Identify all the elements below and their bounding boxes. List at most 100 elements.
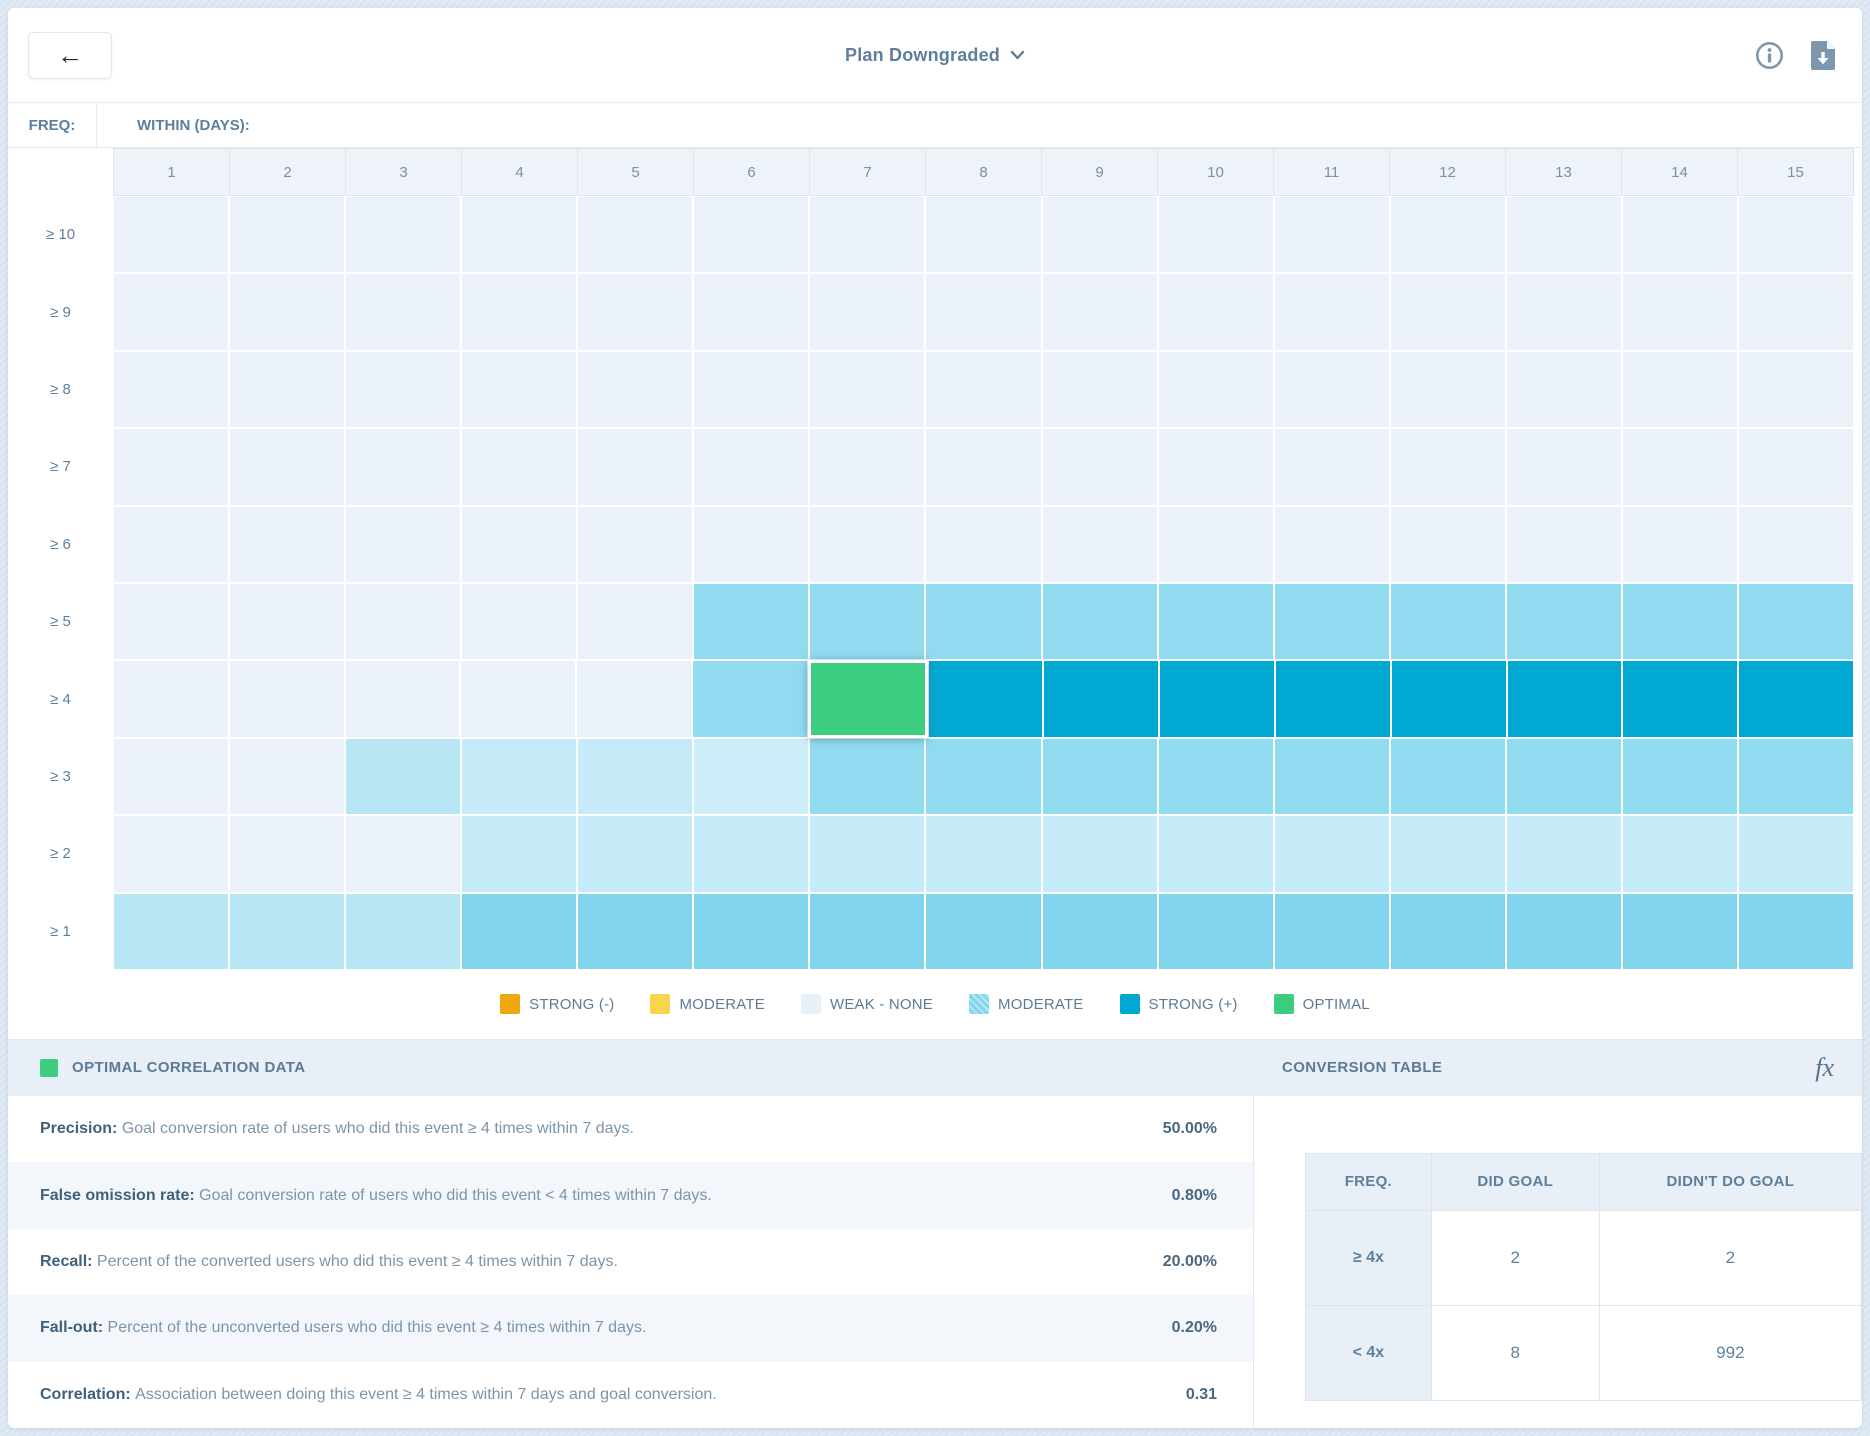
heatmap-cell[interactable] bbox=[1739, 661, 1853, 736]
heatmap-cell[interactable] bbox=[578, 352, 692, 427]
heatmap-cell[interactable] bbox=[1391, 739, 1505, 814]
heatmap-cell[interactable] bbox=[1508, 661, 1622, 736]
heatmap-cell[interactable] bbox=[926, 429, 1040, 504]
heatmap-cell[interactable] bbox=[114, 661, 228, 736]
heatmap-cell[interactable] bbox=[114, 507, 228, 582]
heatmap-cell[interactable] bbox=[578, 274, 692, 349]
heatmap-cell[interactable] bbox=[1392, 661, 1506, 736]
heatmap-cell[interactable] bbox=[1159, 739, 1273, 814]
heatmap-cell[interactable] bbox=[578, 894, 692, 969]
heatmap-cell[interactable] bbox=[694, 352, 808, 427]
heatmap-cell[interactable] bbox=[346, 816, 460, 891]
heatmap-cell[interactable] bbox=[1739, 352, 1853, 427]
heatmap-cell[interactable] bbox=[578, 739, 692, 814]
heatmap-cell[interactable] bbox=[462, 352, 576, 427]
heatmap-cell[interactable] bbox=[926, 197, 1040, 272]
heatmap-cell[interactable] bbox=[1044, 661, 1158, 736]
heatmap-cell[interactable] bbox=[346, 584, 460, 659]
heatmap-cell[interactable] bbox=[1739, 739, 1853, 814]
heatmap-cell[interactable] bbox=[1275, 429, 1389, 504]
heatmap-cell[interactable] bbox=[578, 507, 692, 582]
heatmap-cell[interactable] bbox=[1391, 274, 1505, 349]
heatmap-cell[interactable] bbox=[926, 816, 1040, 891]
heatmap-cell[interactable] bbox=[810, 274, 924, 349]
heatmap-cell-optimal[interactable] bbox=[808, 660, 928, 737]
heatmap-cell[interactable] bbox=[1623, 739, 1737, 814]
heatmap-cell[interactable] bbox=[694, 274, 808, 349]
heatmap-cell[interactable] bbox=[810, 584, 924, 659]
export-download-icon[interactable] bbox=[1810, 40, 1836, 71]
heatmap-cell[interactable] bbox=[114, 584, 228, 659]
heatmap-cell[interactable] bbox=[462, 429, 576, 504]
heatmap-cell[interactable] bbox=[346, 507, 460, 582]
heatmap-cell[interactable] bbox=[114, 894, 228, 969]
heatmap-cell[interactable] bbox=[114, 197, 228, 272]
heatmap-cell[interactable] bbox=[1159, 352, 1273, 427]
heatmap-cell[interactable] bbox=[1739, 894, 1853, 969]
heatmap-cell[interactable] bbox=[230, 739, 344, 814]
heatmap-cell[interactable] bbox=[1391, 507, 1505, 582]
heatmap-cell[interactable] bbox=[462, 816, 576, 891]
heatmap-cell[interactable] bbox=[1159, 197, 1273, 272]
heatmap-cell[interactable] bbox=[1160, 661, 1274, 736]
heatmap-cell[interactable] bbox=[462, 197, 576, 272]
back-button[interactable]: ← bbox=[28, 32, 112, 79]
heatmap-cell[interactable] bbox=[694, 894, 808, 969]
heatmap-cell[interactable] bbox=[114, 739, 228, 814]
heatmap-cell[interactable] bbox=[1507, 739, 1621, 814]
heatmap-cell[interactable] bbox=[1275, 584, 1389, 659]
heatmap-cell[interactable] bbox=[1623, 507, 1737, 582]
heatmap-cell[interactable] bbox=[1507, 816, 1621, 891]
heatmap-cell[interactable] bbox=[577, 661, 691, 736]
heatmap-cell[interactable] bbox=[1043, 429, 1157, 504]
heatmap-cell[interactable] bbox=[1739, 584, 1853, 659]
heatmap-cell[interactable] bbox=[346, 661, 460, 736]
heatmap-cell[interactable] bbox=[1623, 894, 1737, 969]
heatmap-cell[interactable] bbox=[1275, 274, 1389, 349]
heatmap-cell[interactable] bbox=[1159, 584, 1273, 659]
heatmap-cell[interactable] bbox=[346, 352, 460, 427]
heatmap-cell[interactable] bbox=[578, 429, 692, 504]
heatmap-cell[interactable] bbox=[230, 816, 344, 891]
heatmap-cell[interactable] bbox=[1739, 816, 1853, 891]
heatmap-cell[interactable] bbox=[810, 197, 924, 272]
heatmap-cell[interactable] bbox=[926, 739, 1040, 814]
heatmap-cell[interactable] bbox=[1159, 274, 1273, 349]
heatmap-cell[interactable] bbox=[1043, 894, 1157, 969]
heatmap-cell[interactable] bbox=[1391, 894, 1505, 969]
heatmap-cell[interactable] bbox=[346, 197, 460, 272]
formula-fx-icon[interactable]: fx bbox=[1815, 1053, 1834, 1083]
heatmap-cell[interactable] bbox=[693, 661, 807, 736]
heatmap-cell[interactable] bbox=[462, 584, 576, 659]
heatmap-cell[interactable] bbox=[578, 197, 692, 272]
heatmap-cell[interactable] bbox=[926, 894, 1040, 969]
heatmap-cell[interactable] bbox=[578, 816, 692, 891]
heatmap-cell[interactable] bbox=[694, 507, 808, 582]
heatmap-cell[interactable] bbox=[694, 584, 808, 659]
heatmap-cell[interactable] bbox=[1043, 352, 1157, 427]
heatmap-cell[interactable] bbox=[1623, 816, 1737, 891]
heatmap-cell[interactable] bbox=[346, 429, 460, 504]
heatmap-cell[interactable] bbox=[1507, 352, 1621, 427]
heatmap-cell[interactable] bbox=[346, 274, 460, 349]
heatmap-cell[interactable] bbox=[462, 507, 576, 582]
heatmap-cell[interactable] bbox=[1507, 894, 1621, 969]
heatmap-cell[interactable] bbox=[1275, 816, 1389, 891]
heatmap-cell[interactable] bbox=[810, 816, 924, 891]
info-icon[interactable] bbox=[1755, 41, 1784, 70]
heatmap-cell[interactable] bbox=[1275, 739, 1389, 814]
heatmap-cell[interactable] bbox=[810, 507, 924, 582]
heatmap-cell[interactable] bbox=[230, 352, 344, 427]
heatmap-cell[interactable] bbox=[926, 507, 1040, 582]
heatmap-cell[interactable] bbox=[926, 584, 1040, 659]
heatmap-cell[interactable] bbox=[230, 274, 344, 349]
heatmap-cell[interactable] bbox=[1507, 507, 1621, 582]
heatmap-cell[interactable] bbox=[114, 274, 228, 349]
heatmap-cell[interactable] bbox=[1043, 274, 1157, 349]
heatmap-cell[interactable] bbox=[1507, 584, 1621, 659]
heatmap-cell[interactable] bbox=[1043, 816, 1157, 891]
heatmap-cell[interactable] bbox=[1623, 661, 1737, 736]
heatmap-cell[interactable] bbox=[1159, 429, 1273, 504]
heatmap-cell[interactable] bbox=[1391, 816, 1505, 891]
heatmap-cell[interactable] bbox=[114, 352, 228, 427]
